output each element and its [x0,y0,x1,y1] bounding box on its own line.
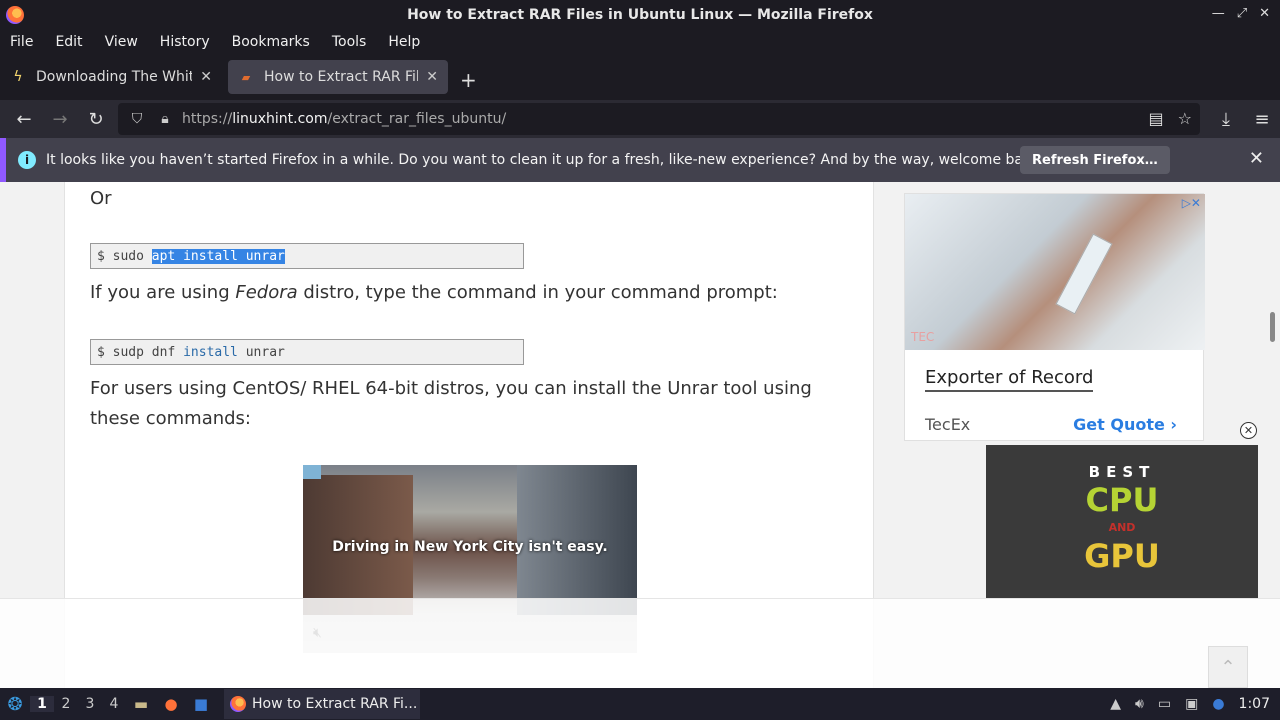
get-quote-button[interactable]: Get Quote › [1073,415,1177,434]
code-block-apt[interactable]: $ sudo apt install unrar [90,243,524,269]
ad-brand: TecEx [925,415,971,434]
close-tab-icon[interactable]: ✕ [426,69,438,85]
task-label: How to Extract RAR Fi... [252,696,418,712]
menu-edit[interactable]: Edit [55,34,82,50]
bottom-ad-strip [0,598,1280,688]
notification-message: It looks like you haven’t started Firefo… [46,152,1045,168]
display-icon[interactable]: ▣ [1185,696,1198,712]
title-bar: How to Extract RAR Files in Ubuntu Linux… [0,0,1280,30]
ad-best-text: BEST [1088,463,1156,481]
minimize-icon[interactable]: — [1212,6,1225,21]
update-icon[interactable]: ● [1212,696,1224,712]
refresh-firefox-button[interactable]: Refresh Firefox… [1020,146,1170,174]
tec-watermark: TEC [911,330,935,344]
close-notification-icon[interactable]: ✕ [1249,148,1264,169]
workspace-4[interactable]: 4 [102,696,126,712]
clock: 1:07 [1238,696,1270,712]
taskbar-firefox-task[interactable]: How to Extract RAR Fi... [224,689,420,719]
close-tab-icon[interactable]: ✕ [200,69,212,85]
code-block-dnf[interactable]: $ sudp dnf install unrar [90,339,524,365]
reload-button[interactable]: ↻ [78,103,114,135]
selected-text: apt install unrar [151,248,285,264]
adchoices-icon[interactable]: ▷✕ [1182,196,1201,210]
ad-headline[interactable]: Exporter of Record [925,366,1094,392]
tab-downloading[interactable]: ϟ Downloading The White I ✕ [0,60,222,94]
firefox-icon [230,696,246,712]
hamburger-menu-icon[interactable]: ≡ [1244,103,1280,135]
menu-history[interactable]: History [160,34,210,50]
window-controls: — ⤢ ✕ [1212,6,1270,21]
close-ad-icon[interactable]: ✕ [1240,422,1257,439]
downloads-icon[interactable]: ⤓ [1208,103,1244,135]
firefox-launcher-icon[interactable]: ● [158,694,184,714]
ad-and-text: AND [1108,521,1136,534]
workspace-2[interactable]: 2 [54,696,78,712]
ad-tag-icon [303,465,321,479]
url-bar[interactable]: ⛉ 🔒︎ https://linuxhint.com/extract_rar_f… [118,103,1200,135]
back-button[interactable]: ← [6,103,42,135]
workspace-1[interactable]: 1 [30,696,54,712]
gpu-ad[interactable]: BEST CPU AND GPU [986,445,1258,598]
maximize-icon[interactable]: ⤢ [1237,6,1247,21]
tab-label: How to Extract RAR Files [264,69,419,85]
system-tray: ▲ 🔊︎ ▭ ▣ ● 1:07 [1110,688,1270,720]
vertical-scrollbar[interactable] [1270,312,1275,342]
menu-bookmarks[interactable]: Bookmarks [232,34,310,50]
ad-cpu-text: CPU [1085,481,1159,519]
sidebar-ad-tecex[interactable]: ▷✕ TEC Exporter of Record TecEx Get Quot… [904,193,1205,441]
ad-image: ▷✕ TEC [905,194,1205,350]
reader-view-icon[interactable]: ▤ [1149,109,1164,128]
fedora-paragraph: If you are using Fedora distro, type the… [90,282,778,303]
ad-gpu-text: GPU [1084,537,1160,575]
menu-view[interactable]: View [105,34,138,50]
page-content: Or $ sudo apt install unrar If you are u… [0,182,1280,688]
navigation-bar: ← → ↻ ⛉ 🔒︎ https://linuxhint.com/extract… [0,100,1280,138]
refresh-notification-bar: i It looks like you haven’t started Fire… [0,138,1280,182]
tab-extract-rar[interactable]: ▰ How to Extract RAR Files ✕ [228,60,448,94]
tab-bar: ϟ Downloading The White I ✕ ▰ How to Ext… [0,54,1280,100]
info-icon: i [18,151,36,169]
menu-help[interactable]: Help [388,34,420,50]
window-title: How to Extract RAR Files in Ubuntu Linux… [407,7,873,23]
taskbar: ❂ 1 2 3 4 ▬ ● ■ How to Extract RAR Fi...… [0,688,1280,720]
or-text: Or [90,188,112,209]
lock-icon[interactable]: 🔒︎ [154,111,176,127]
url-text[interactable]: https://linuxhint.com/extract_rar_files_… [182,111,506,127]
vial-shape [1055,233,1113,315]
workspace-3[interactable]: 3 [78,696,102,712]
notification-tray-icon[interactable]: ▲ [1110,696,1121,712]
forward-button[interactable]: → [42,103,78,135]
new-tab-button[interactable]: + [460,68,477,92]
menu-tools[interactable]: Tools [332,34,367,50]
centos-paragraph: For users using CentOS/ RHEL 64-bit dist… [90,378,812,429]
desktop-icon[interactable]: ■ [188,694,214,714]
scroll-to-top-button[interactable]: ⌃ [1208,646,1248,688]
linuxhint-favicon-icon: ▰ [241,70,251,84]
volume-icon[interactable]: 🔊︎ [1135,696,1144,712]
lightning-icon: ϟ [13,69,23,85]
close-window-icon[interactable]: ✕ [1259,6,1270,21]
file-manager-icon[interactable]: ▬ [128,694,154,714]
start-menu-icon[interactable]: ❂ [0,688,30,720]
firefox-logo-icon [6,6,24,24]
clipboard-icon[interactable]: ▭ [1158,696,1171,712]
menu-bar: File Edit View History Bookmarks Tools H… [0,30,1280,54]
bookmark-star-icon[interactable]: ☆ [1178,109,1192,128]
menu-file[interactable]: File [10,34,33,50]
tab-label: Downloading The White I [36,69,193,85]
video-caption: Driving in New York City isn't easy. [332,539,608,555]
shield-icon[interactable]: ⛉ [126,111,148,127]
